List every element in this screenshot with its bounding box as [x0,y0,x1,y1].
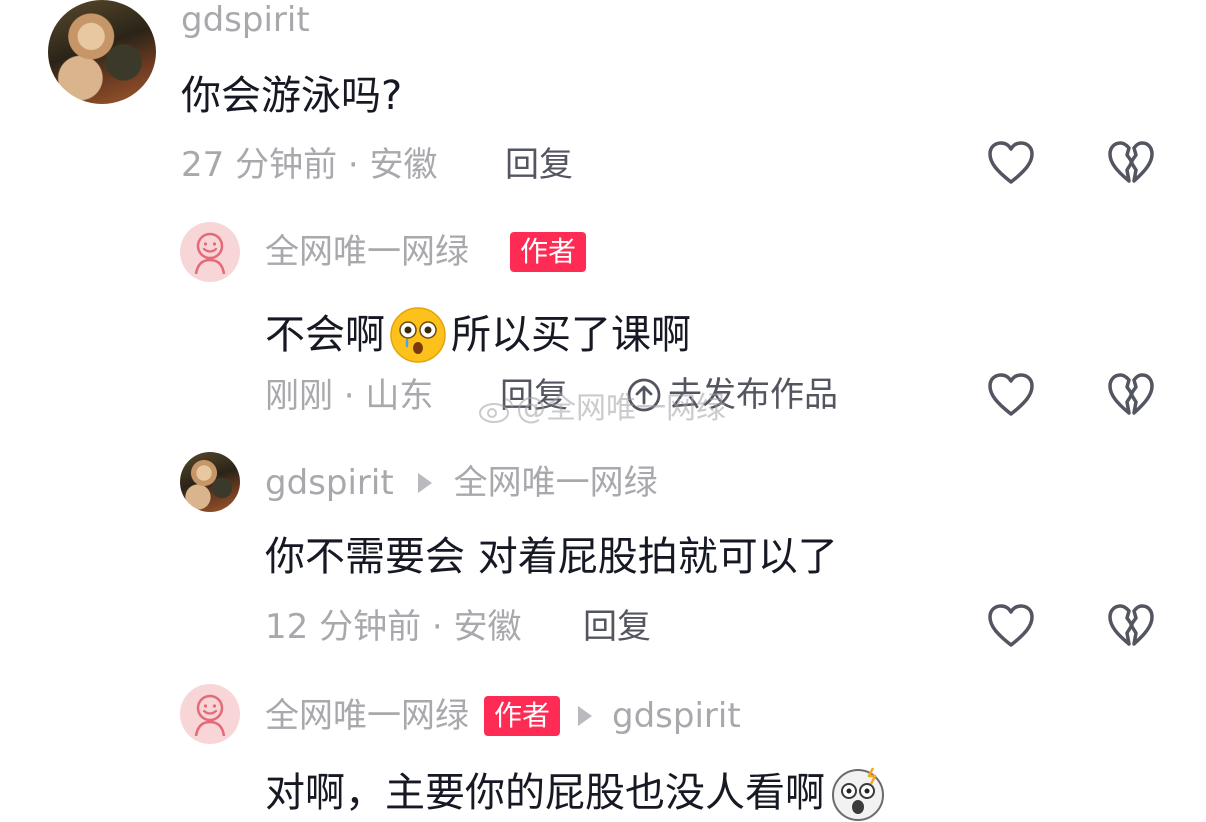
shocked-emoji [832,767,884,821]
comment-text: 不会啊 所以买了课啊 [265,306,691,364]
comment-text: 你会游泳吗? [181,73,403,119]
weibo-logo-icon [479,398,513,423]
watermark: @全网唯一网绿 [478,394,726,424]
comment-username[interactable]: gdspirit [181,3,310,37]
comment-header: 全网唯一网绿 作者 gdspirit [265,696,741,736]
reply-button[interactable]: 回复 [583,610,651,644]
watermark-text: @全网唯一网绿 [516,391,726,426]
comment-username[interactable]: gdspirit [265,466,394,500]
broken-heart-icon[interactable] [1107,140,1155,186]
reply-button[interactable]: 回复 [505,148,573,182]
reply-to-username[interactable]: 全网唯一网绿 [454,466,658,500]
heart-icon[interactable] [987,603,1035,649]
broken-heart-icon[interactable] [1107,372,1155,418]
heart-icon[interactable] [987,140,1035,186]
comment-username[interactable]: 全网唯一网绿 [265,699,469,733]
reply-to-username[interactable]: gdspirit [612,699,741,733]
reply-arrow-icon [417,473,432,493]
comment-meta: 刚刚 · 山东 [265,376,434,416]
broken-heart-icon[interactable] [1107,603,1155,649]
comment-text-part: 对啊，主要你的屁股也没人看啊 [265,770,825,816]
avatar[interactable] [48,0,156,104]
smiley-avatar-icon [194,694,226,736]
heart-icon[interactable] [987,372,1035,418]
flushed-emoji [390,307,446,363]
author-badge: 作者 [484,696,561,736]
avatar[interactable] [180,452,240,512]
comment-text-part: 所以买了课啊 [451,312,691,358]
comment-meta: 12 分钟前 · 安徽 [265,607,522,647]
comment-meta: 27 分钟前 · 安徽 [181,145,438,185]
avatar[interactable] [180,684,240,744]
comment-username[interactable]: 全网唯一网绿 [265,235,469,269]
comment-text-part: 不会啊 [265,312,385,358]
comment-text: 你不需要会 对着屁股拍就可以了 [265,534,838,580]
author-badge: 作者 [510,232,587,272]
avatar[interactable] [180,222,240,282]
reply-arrow-icon [578,706,593,726]
comment-text: 对啊，主要你的屁股也没人看啊 [265,764,887,822]
smiley-avatar-icon [194,232,226,274]
comment-header: gdspirit 全网唯一网绿 [265,466,658,500]
